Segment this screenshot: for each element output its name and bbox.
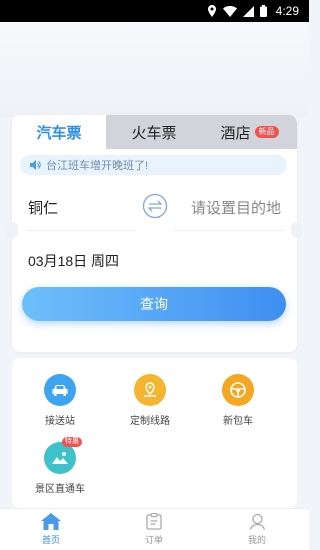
tab-profile-label: 我的 [247,535,266,545]
service-label: 接送站 [45,416,75,427]
service-charter[interactable]: 新包车 [198,374,278,427]
tab-train-ticket[interactable]: 火车票 [106,115,202,149]
divider [174,230,284,231]
tab-orders-label: 订单 [144,535,163,545]
speaker-icon [30,160,41,170]
tab-home[interactable]: 首页 [21,513,81,546]
booking-card: 汽车票 火车票 酒店 新品 台江班车增开晚班了! 铜仁 请设置目的地 03月18… [12,115,297,352]
bottom-tab-bar: 首页 订单 我的 [0,508,309,550]
service-label: 定制线路 [130,416,170,427]
tab-hotel-label: 酒店 [220,124,251,142]
divider [26,230,136,231]
tab-home-label: 首页 [41,535,60,545]
service-pickup[interactable]: 接送站 [20,374,100,427]
ticket-notch [6,222,18,238]
discount-badge: 特惠 [62,437,82,447]
status-bar: 4:29 [0,0,309,22]
ticket-notch [291,222,303,238]
location-icon [207,5,216,17]
tab-orders[interactable]: 订单 [124,513,184,546]
notice-bar[interactable]: 台江班车增开晚班了! [20,155,287,175]
search-button[interactable]: 查询 [22,287,286,321]
service-custom-route[interactable]: 定制线路 [110,374,190,427]
swap-cities-button[interactable] [142,193,168,219]
service-scenic-express[interactable]: 特惠 景区直通车 [20,437,100,495]
home-icon [41,513,61,530]
route-row: 铜仁 请设置目的地 [12,185,297,231]
departure-date[interactable]: 03月18日 周四 [28,251,119,271]
service-label: 新包车 [223,416,253,427]
swap-icon [142,193,168,219]
car-icon [44,374,76,406]
tab-hotel[interactable]: 酒店 新品 [202,115,297,149]
status-time: 4:29 [275,4,299,18]
route-icon [134,374,166,406]
battery-icon [259,5,267,17]
notice-text: 台江班车增开晚班了! [46,160,149,172]
profile-icon [249,513,265,530]
destination-input[interactable]: 请设置目的地 [191,197,281,218]
signal-icon [242,5,254,17]
wifi-icon [222,5,237,17]
tab-profile[interactable]: 我的 [227,513,287,546]
steering-wheel-icon [222,374,254,406]
orders-icon [146,513,162,530]
departure-city[interactable]: 铜仁 [28,197,58,218]
ticket-tabs: 汽车票 火车票 酒店 新品 [12,115,297,149]
services-panel: 接送站 定制线路 新包车 特惠 景区直通车 [12,358,297,508]
tab-bus-ticket[interactable]: 汽车票 [12,115,106,149]
service-label: 景区直通车 [35,484,85,495]
new-badge: 新品 [254,126,279,138]
header-background [0,22,309,117]
scenic-icon: 特惠 [44,437,82,474]
